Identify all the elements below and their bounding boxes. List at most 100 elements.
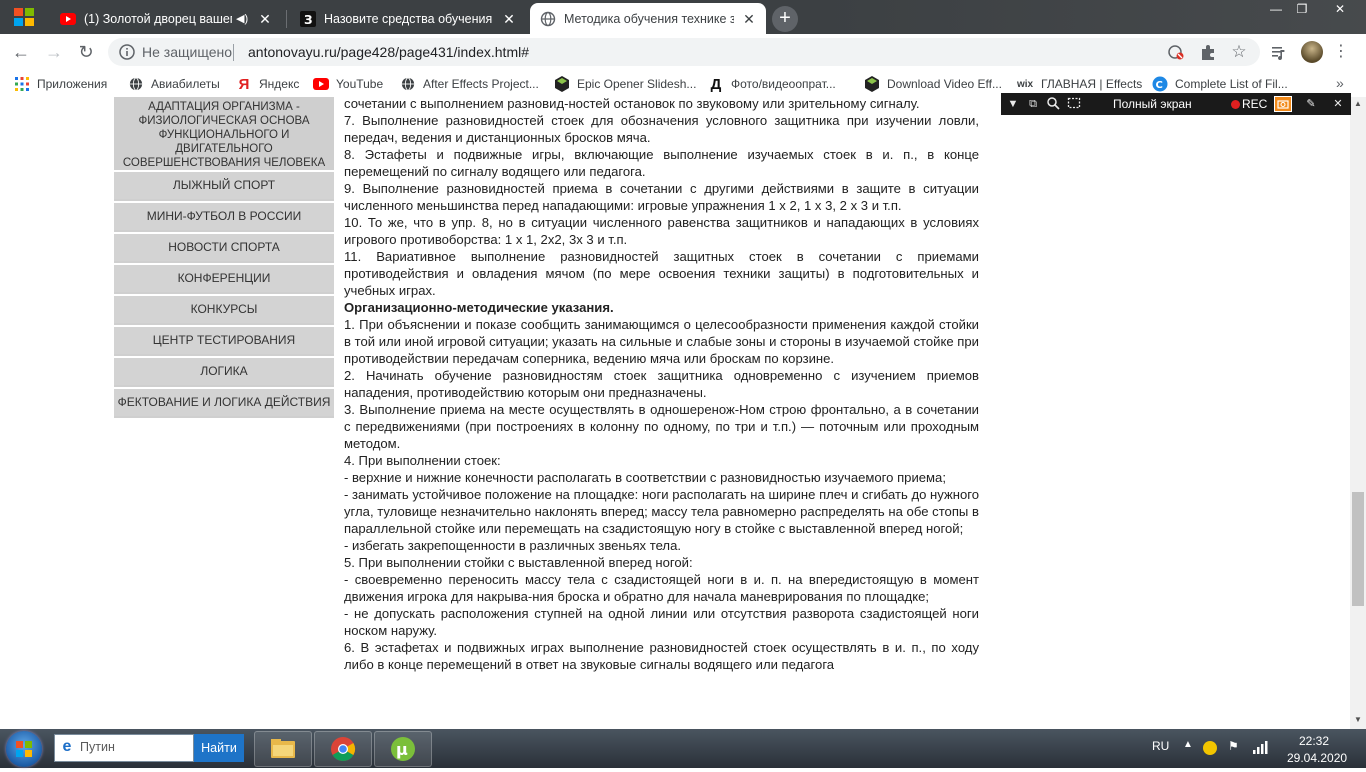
- d-letter-icon: Д: [710, 75, 722, 93]
- tray-expand-icon[interactable]: ▲: [1183, 739, 1193, 750]
- chrome-app-icon[interactable]: [314, 731, 372, 767]
- bookmark-apps[interactable]: Приложения: [14, 75, 107, 93]
- region-select-icon[interactable]: [1066, 96, 1082, 112]
- utorrent-app-icon[interactable]: µ: [374, 731, 432, 767]
- extension-icon[interactable]: [1199, 43, 1217, 61]
- scroll-up-arrow[interactable]: ▲: [1350, 97, 1366, 111]
- url-text[interactable]: antonovayu.ru/page428/page431/index.html…: [248, 44, 529, 60]
- bookmark-label: Приложения: [37, 77, 108, 91]
- scrollbar-thumb[interactable]: [1352, 492, 1364, 606]
- language-indicator[interactable]: RU: [1152, 739, 1169, 753]
- speaker-icon[interactable]: ◀): [236, 12, 250, 25]
- zoom-icon[interactable]: [1045, 96, 1061, 112]
- vertical-scrollbar[interactable]: [1350, 97, 1366, 729]
- ie-icon: e: [62, 738, 72, 755]
- article-paragraph: 5. При выполнении стойки с выставленной …: [344, 555, 693, 570]
- action-center-icon[interactable]: ⚑: [1228, 739, 1239, 753]
- bookmark-label: Download Video Eff...: [887, 77, 1002, 91]
- bookmark-epic-opener[interactable]: Epic Opener Slidesh...: [554, 75, 696, 93]
- article-paragraph: - верхние и нижние конечности располагат…: [344, 470, 946, 485]
- tab-title: Назовите средства обучения ст: [324, 11, 494, 26]
- minimize-button[interactable]: —: [1262, 0, 1290, 18]
- security-status[interactable]: Не защищено: [142, 44, 232, 60]
- close-icon[interactable]: ✕: [1330, 96, 1346, 112]
- fullscreen-label[interactable]: Полный экран: [1113, 97, 1192, 111]
- search-query[interactable]: Путин: [80, 740, 115, 754]
- info-icon[interactable]: [118, 43, 136, 61]
- tab-youtube[interactable]: (1) Золотой дворец вашего ◀) ✕: [50, 3, 282, 34]
- bookmark-foto-video[interactable]: Д Фото/видеоопрат...: [708, 75, 836, 93]
- tab-title: Методика обучения технике за: [564, 11, 734, 26]
- globe-icon: [128, 76, 144, 92]
- tab-close-icon[interactable]: ✕: [256, 10, 274, 28]
- bookmark-wix-effects[interactable]: wix ГЛАВНАЯ | Effects: [1016, 75, 1142, 93]
- record-dot-icon: [1231, 100, 1240, 109]
- windows-icon[interactable]: ⧉: [1025, 96, 1041, 112]
- back-button[interactable]: ←: [9, 40, 33, 64]
- network-signal-icon[interactable]: [1252, 740, 1270, 754]
- tab-znanija[interactable]: З Назовите средства обучения ст ✕: [290, 3, 526, 34]
- sidebar-item-adaptation[interactable]: адаптация организма - физиологическая ос…: [114, 97, 334, 170]
- explorer-app-icon[interactable]: [254, 731, 312, 767]
- bookmarks-more-button[interactable]: »: [1336, 75, 1344, 91]
- search-button[interactable]: Найти: [194, 734, 244, 762]
- scroll-down-arrow[interactable]: ▼: [1350, 713, 1366, 727]
- camera-icon[interactable]: [1274, 96, 1292, 112]
- avatar[interactable]: [1301, 41, 1323, 63]
- bookmark-label: YouTube: [336, 77, 384, 91]
- bookmark-label: Авиабилеты: [151, 77, 220, 91]
- svg-text:C: C: [1156, 80, 1163, 91]
- windows-flag-icon[interactable]: [14, 8, 34, 26]
- sidebar-item-ski[interactable]: ЛЫЖНЫЙ СПОРТ: [114, 170, 334, 199]
- youtube-icon: [60, 11, 76, 27]
- bookmark-complete-list[interactable]: C Complete List of Fil...: [1152, 75, 1288, 93]
- tray-app-icon[interactable]: [1203, 741, 1217, 755]
- address-divider: [233, 44, 234, 61]
- article-paragraph: 1. При объяснении и показе сообщить зани…: [344, 317, 979, 366]
- media-queue-icon[interactable]: [1270, 43, 1288, 61]
- menu-icon[interactable]: ⋮: [1332, 43, 1350, 61]
- bookmark-after-effects[interactable]: After Effects Project...: [400, 75, 539, 93]
- sidebar-item-label: функционального и: [158, 129, 290, 141]
- maximize-button[interactable]: ❐: [1288, 0, 1316, 18]
- dropdown-icon[interactable]: ▼: [1005, 96, 1021, 112]
- bookmark-label: Яндекс: [259, 77, 300, 91]
- article-paragraph: - занимать устойчивое положение на площа…: [344, 487, 979, 536]
- bookmark-yandex[interactable]: Я Яндекс: [236, 75, 300, 93]
- clock-date[interactable]: 29.04.2020: [1287, 751, 1347, 765]
- article-paragraph: 2. Начинать обучение разновидностям стое…: [344, 368, 979, 400]
- globe-icon: [540, 11, 556, 27]
- new-tab-button[interactable]: +: [772, 6, 798, 32]
- reload-button[interactable]: ↻: [74, 40, 98, 64]
- article-paragraph: 6. В эстафетах и подвижных играх выполне…: [344, 640, 979, 672]
- sidebar-item-sport-news[interactable]: НОВОСТИ СПОРТА: [114, 232, 334, 261]
- record-button[interactable]: REC: [1242, 97, 1267, 111]
- bookmark-youtube[interactable]: YouTube: [313, 75, 383, 93]
- article-paragraph: 7. Выполнение разновидностей стоек для о…: [344, 113, 979, 145]
- pen-icon[interactable]: ✎: [1303, 96, 1319, 112]
- znanija-icon: З: [300, 10, 316, 27]
- sidebar-item-logic[interactable]: ЛОГИКА: [114, 356, 334, 385]
- sidebar-item-label: физиологическая основа: [138, 115, 310, 127]
- bookmark-label: After Effects Project...: [423, 77, 539, 91]
- tab-close-icon[interactable]: ✕: [740, 10, 758, 28]
- bookmark-download-video[interactable]: Download Video Eff...: [864, 75, 1002, 93]
- article-paragraph: 9. Выполнение разновидностей приема в со…: [344, 181, 979, 213]
- bookmark-star-icon[interactable]: ☆: [1230, 43, 1248, 61]
- sidebar-item-fencing[interactable]: ФЕКТОВАНИЕ И ЛОГИКА ДЕЙСТВИЯ: [114, 387, 334, 416]
- bookmark-aviabilety[interactable]: Авиабилеты: [128, 75, 220, 93]
- sidebar-item-mini-football[interactable]: МИНИ-ФУТБОЛ В РОССИИ: [114, 201, 334, 230]
- envato-cube-icon: [864, 76, 880, 92]
- sidebar-item-testing-center[interactable]: ЦЕНТР ТЕСТИРОВАНИЯ: [114, 325, 334, 354]
- sidebar-item-contests[interactable]: КОНКУРСЫ: [114, 294, 334, 323]
- cookie-blocked-icon[interactable]: [1167, 43, 1185, 61]
- start-button[interactable]: [6, 731, 42, 767]
- svg-text:З: З: [304, 13, 313, 27]
- clock-time[interactable]: 22:32: [1299, 734, 1329, 748]
- close-window-button[interactable]: ✕: [1324, 0, 1356, 18]
- forward-button[interactable]: →: [42, 40, 66, 64]
- tab-close-icon[interactable]: ✕: [500, 10, 518, 28]
- article-paragraph: 4. При выполнении стоек:: [344, 453, 501, 468]
- tab-active-page[interactable]: Методика обучения технике за ✕: [530, 3, 766, 34]
- sidebar-item-conferences[interactable]: КОНФЕРЕНЦИИ: [114, 263, 334, 292]
